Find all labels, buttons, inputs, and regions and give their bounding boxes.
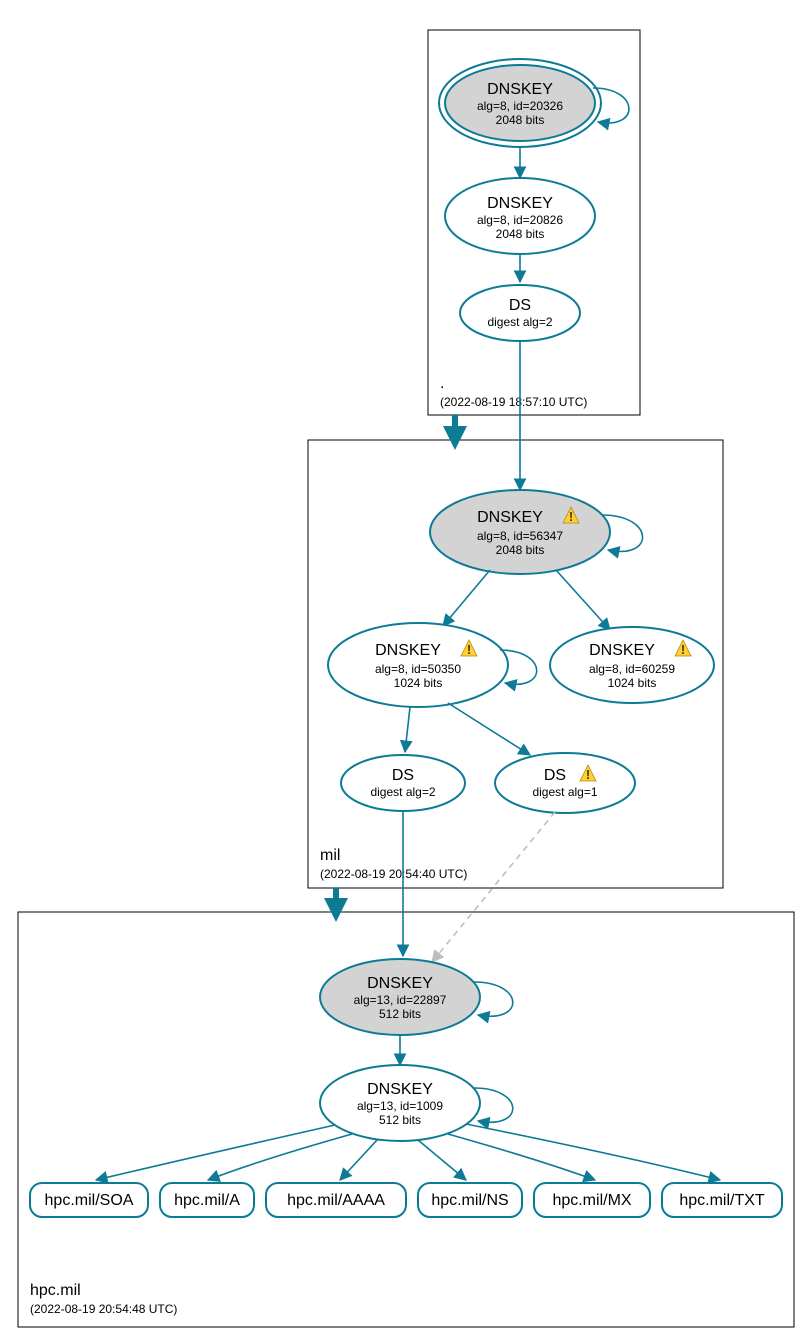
svg-text:DNSKEY: DNSKEY	[477, 509, 543, 526]
svg-text:DNSKEY: DNSKEY	[367, 975, 433, 992]
svg-text:digest alg=1: digest alg=1	[532, 785, 597, 799]
rr-soa: hpc.mil/SOA	[30, 1183, 148, 1217]
edge-to-soa	[96, 1125, 335, 1180]
svg-text:!: !	[681, 642, 685, 657]
edge-to-aaaa	[340, 1139, 378, 1180]
svg-text:2048 bits: 2048 bits	[496, 543, 545, 557]
node-mil-ds2: DS digest alg=2	[341, 755, 465, 811]
svg-text:!: !	[569, 509, 573, 524]
zone-ts-hpc: (2022-08-19 20:54:48 UTC)	[30, 1302, 177, 1316]
svg-text:hpc.mil/AAAA: hpc.mil/AAAA	[287, 1192, 385, 1209]
zone-ts-mil: (2022-08-19 20:54:40 UTC)	[320, 867, 467, 881]
svg-text:DNSKEY: DNSKEY	[375, 642, 441, 659]
rr-mx: hpc.mil/MX	[534, 1183, 650, 1217]
zone-title-root: .	[440, 375, 444, 392]
zone-ts-root: (2022-08-19 18:57:10 UTC)	[440, 395, 587, 409]
dnssec-graph: . (2022-08-19 18:57:10 UTC) mil (2022-08…	[0, 0, 807, 1344]
svg-text:DS: DS	[392, 767, 414, 784]
svg-text:!: !	[586, 767, 590, 782]
edge-to-txt	[466, 1124, 720, 1180]
svg-text:alg=13, id=1009: alg=13, id=1009	[357, 1099, 443, 1113]
rr-ns: hpc.mil/NS	[418, 1183, 522, 1217]
zone-title-hpc: hpc.mil	[30, 1282, 81, 1299]
svg-text:alg=13, id=22897: alg=13, id=22897	[354, 993, 447, 1007]
node-mil-ksk: DNSKEY alg=8, id=56347 2048 bits !	[430, 490, 610, 574]
rr-aaaa: hpc.mil/AAAA	[266, 1183, 406, 1217]
zone-title-mil: mil	[320, 847, 340, 864]
edge-to-ns	[418, 1140, 466, 1180]
node-root-ksk: DNSKEY alg=8, id=20326 2048 bits	[439, 59, 601, 147]
svg-text:hpc.mil/NS: hpc.mil/NS	[431, 1192, 508, 1209]
node-mil-ds1: DS digest alg=1 !	[495, 753, 635, 813]
svg-text:hpc.mil/TXT: hpc.mil/TXT	[679, 1192, 765, 1209]
svg-text:alg=8, id=20326: alg=8, id=20326	[477, 99, 563, 113]
rr-txt: hpc.mil/TXT	[662, 1183, 782, 1217]
edge-mil-zsk1-to-ds2	[405, 707, 410, 752]
edge-to-mx	[448, 1134, 595, 1180]
svg-text:DS: DS	[544, 767, 566, 784]
svg-text:DNSKEY: DNSKEY	[487, 81, 553, 98]
svg-text:1024 bits: 1024 bits	[608, 676, 657, 690]
svg-text:hpc.mil/SOA: hpc.mil/SOA	[45, 1192, 134, 1209]
svg-text:512 bits: 512 bits	[379, 1113, 421, 1127]
svg-text:digest alg=2: digest alg=2	[487, 315, 552, 329]
svg-text:DNSKEY: DNSKEY	[367, 1081, 433, 1098]
svg-text:!: !	[467, 642, 471, 657]
node-hpc-zsk: DNSKEY alg=13, id=1009 512 bits	[320, 1065, 480, 1141]
node-hpc-ksk: DNSKEY alg=13, id=22897 512 bits	[320, 959, 480, 1035]
node-root-zsk: DNSKEY alg=8, id=20826 2048 bits	[445, 178, 595, 254]
edge-mil-zsk1-to-ds1	[448, 703, 530, 755]
node-mil-zsk1: DNSKEY alg=8, id=50350 1024 bits !	[328, 623, 508, 707]
edge-mil-ksk-to-zsk1	[443, 570, 490, 626]
svg-text:alg=8, id=20826: alg=8, id=20826	[477, 213, 563, 227]
svg-text:hpc.mil/A: hpc.mil/A	[174, 1192, 240, 1209]
svg-text:hpc.mil/MX: hpc.mil/MX	[552, 1192, 631, 1209]
svg-text:alg=8, id=60259: alg=8, id=60259	[589, 662, 675, 676]
svg-text:1024 bits: 1024 bits	[394, 676, 443, 690]
node-root-ds: DS digest alg=2	[460, 285, 580, 341]
svg-text:2048 bits: 2048 bits	[496, 113, 545, 127]
rr-a: hpc.mil/A	[160, 1183, 254, 1217]
svg-text:DNSKEY: DNSKEY	[487, 195, 553, 212]
edge-mil-ksk-to-zsk2	[556, 570, 610, 630]
svg-text:digest alg=2: digest alg=2	[370, 785, 435, 799]
svg-text:512 bits: 512 bits	[379, 1007, 421, 1021]
svg-text:alg=8, id=50350: alg=8, id=50350	[375, 662, 461, 676]
edge-to-a	[208, 1134, 352, 1180]
svg-text:DNSKEY: DNSKEY	[589, 642, 655, 659]
node-mil-zsk2: DNSKEY alg=8, id=60259 1024 bits !	[550, 627, 714, 703]
svg-text:alg=8, id=56347: alg=8, id=56347	[477, 529, 563, 543]
svg-text:2048 bits: 2048 bits	[496, 227, 545, 241]
svg-text:DS: DS	[509, 297, 531, 314]
edge-mil-ds1-to-hpc-ksk	[432, 812, 555, 962]
